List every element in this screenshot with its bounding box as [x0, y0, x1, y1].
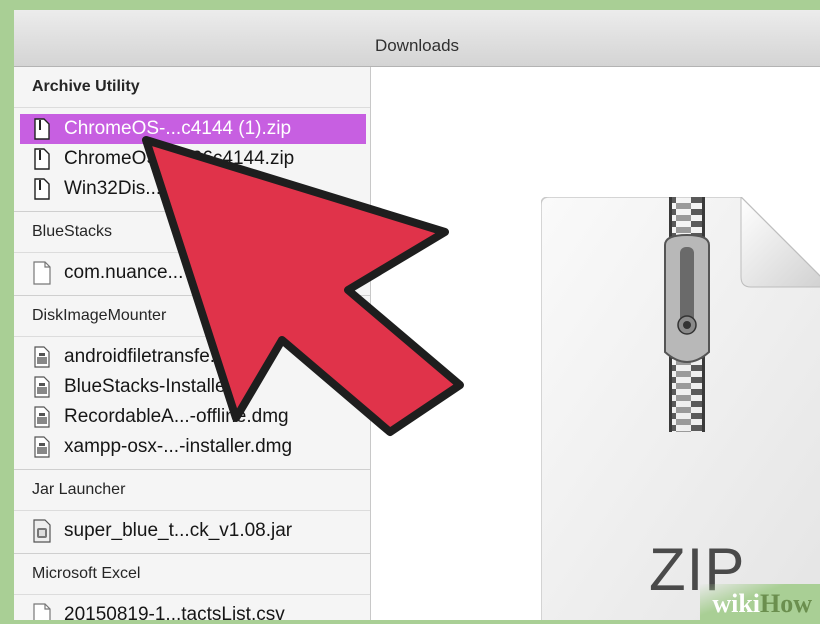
- downloads-window: Downloads Archive Utility ChromeOS-...c4…: [14, 10, 820, 620]
- list-item[interactable]: Win32Dis...zip: [20, 174, 366, 204]
- list-item[interactable]: androidfiletransfe...: [20, 342, 366, 372]
- app-group-archive-utility: Archive Utility ChromeOS-...c4144 (1).zi…: [14, 67, 370, 212]
- jar-file-icon: [26, 516, 58, 546]
- title-bar[interactable]: Downloads: [14, 10, 820, 67]
- group-header: Microsoft Excel: [14, 554, 370, 595]
- group-header: DiskImageMounter: [14, 296, 370, 337]
- wikihow-watermark: wikiHow: [700, 584, 820, 620]
- file-name: super_blue_t...ck_v1.08.jar: [64, 520, 293, 541]
- file-name: xampp-osx-...-installer.dmg: [64, 436, 293, 457]
- app-group-jar-launcher: Jar Launcher super_blue_t...ck_v1.08.jar: [14, 470, 370, 554]
- file-preview: ZIP: [371, 67, 820, 620]
- document-icon: [26, 600, 58, 620]
- group-header: Jar Launcher: [14, 470, 370, 511]
- group-header: Archive Utility: [14, 67, 370, 108]
- list-item[interactable]: 20150819-1...tactsList.csv: [20, 600, 366, 620]
- disk-image-icon: [26, 342, 58, 372]
- file-name: 20150819-1...tactsList.csv: [64, 604, 285, 620]
- list-item[interactable]: super_blue_t...ck_v1.08.jar: [20, 516, 366, 546]
- app-group-bluestacks: BlueStacks com.nuance...: [14, 212, 370, 296]
- disk-image-icon: [26, 402, 58, 432]
- file-name: androidfiletransfe...: [64, 346, 226, 367]
- disk-image-icon: [26, 432, 58, 462]
- window-title: Downloads: [374, 36, 460, 55]
- list-item[interactable]: xampp-osx-...-installer.dmg: [20, 432, 366, 462]
- list-item[interactable]: com.nuance...: [20, 258, 366, 288]
- list-item[interactable]: ChromeOS-...c4144 (1).zip: [20, 114, 366, 144]
- file-name: ChromeOS-...706c4144.zip: [64, 148, 295, 169]
- file-name: com.nuance...: [64, 262, 184, 283]
- zip-file-icon: [26, 114, 58, 144]
- disk-image-icon: [26, 372, 58, 402]
- file-name: RecordableA...-offline.dmg: [64, 406, 289, 427]
- list-item[interactable]: BlueStacks-Installe...: [20, 372, 366, 402]
- app-group-diskimagemounter: DiskImageMounter androidfiletransfe... B…: [14, 296, 370, 470]
- file-name: Win32Dis...zip: [64, 178, 186, 199]
- watermark-part2: How: [760, 589, 812, 618]
- document-icon: [26, 258, 58, 288]
- app-group-microsoft-excel: Microsoft Excel 20150819-1...tactsList.c…: [14, 554, 370, 620]
- list-item[interactable]: ChromeOS-...706c4144.zip: [20, 144, 366, 174]
- downloads-list: Archive Utility ChromeOS-...c4144 (1).zi…: [14, 67, 371, 620]
- watermark-part1: wiki: [712, 589, 760, 618]
- file-name: ChromeOS-...c4144 (1).zip: [64, 118, 292, 139]
- zip-file-icon: [26, 174, 58, 204]
- list-item[interactable]: RecordableA...-offline.dmg: [20, 402, 366, 432]
- zip-file-icon: [26, 144, 58, 174]
- file-name: BlueStacks-Installe...: [64, 376, 242, 397]
- group-header: BlueStacks: [14, 212, 370, 253]
